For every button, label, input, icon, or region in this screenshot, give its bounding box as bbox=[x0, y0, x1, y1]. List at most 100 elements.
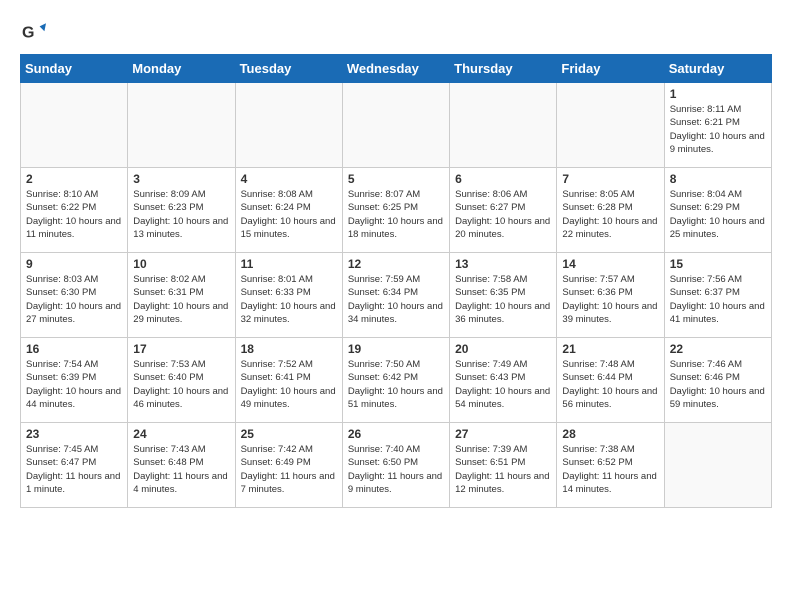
day-info: Sunrise: 7:48 AM Sunset: 6:44 PM Dayligh… bbox=[562, 358, 658, 411]
day-number: 6 bbox=[455, 172, 551, 186]
calendar-cell: 15 Sunrise: 7:56 AM Sunset: 6:37 PM Dayli… bbox=[664, 253, 771, 338]
day-number: 24 bbox=[133, 427, 229, 441]
calendar-cell: 3Sunrise: 8:09 AM Sunset: 6:23 PM Daylig… bbox=[128, 168, 235, 253]
day-info: Sunrise: 8:10 AM Sunset: 6:22 PM Dayligh… bbox=[26, 188, 122, 241]
day-info: Sunrise: 7:46 AM Sunset: 6:46 PM Dayligh… bbox=[670, 358, 766, 411]
calendar-cell: 1 Sunrise: 8:11 AM Sunset: 6:21 PM Daylig… bbox=[664, 83, 771, 168]
day-info: Sunrise: 8:01 AM Sunset: 6:33 PM Dayligh… bbox=[241, 273, 337, 326]
day-header-monday: Monday bbox=[128, 55, 235, 83]
calendar-cell bbox=[128, 83, 235, 168]
day-number: 25 bbox=[241, 427, 337, 441]
day-info: Sunrise: 8:08 AM Sunset: 6:24 PM Dayligh… bbox=[241, 188, 337, 241]
day-info: Sunrise: 7:53 AM Sunset: 6:40 PM Dayligh… bbox=[133, 358, 229, 411]
calendar-cell: 27Sunrise: 7:39 AM Sunset: 6:51 PM Dayli… bbox=[450, 423, 557, 508]
day-header-tuesday: Tuesday bbox=[235, 55, 342, 83]
day-header-friday: Friday bbox=[557, 55, 664, 83]
calendar-cell bbox=[235, 83, 342, 168]
day-number: 22 bbox=[670, 342, 766, 356]
day-number: 12 bbox=[348, 257, 444, 271]
calendar-cell: 5 Sunrise: 8:07 AM Sunset: 6:25 PM Daylig… bbox=[342, 168, 449, 253]
calendar-cell: 22 Sunrise: 7:46 AM Sunset: 6:46 PM Dayli… bbox=[664, 338, 771, 423]
day-number: 14 bbox=[562, 257, 658, 271]
day-number: 20 bbox=[455, 342, 551, 356]
calendar-cell bbox=[342, 83, 449, 168]
calendar-cell: 8 Sunrise: 8:04 AM Sunset: 6:29 PM Daylig… bbox=[664, 168, 771, 253]
day-number: 1 bbox=[670, 87, 766, 101]
day-info: Sunrise: 8:06 AM Sunset: 6:27 PM Dayligh… bbox=[455, 188, 551, 241]
calendar-cell: 16 Sunrise: 7:54 AM Sunset: 6:39 PM Dayli… bbox=[21, 338, 128, 423]
calendar-cell bbox=[557, 83, 664, 168]
day-header-wednesday: Wednesday bbox=[342, 55, 449, 83]
day-number: 26 bbox=[348, 427, 444, 441]
day-info: Sunrise: 7:54 AM Sunset: 6:39 PM Dayligh… bbox=[26, 358, 122, 411]
day-number: 28 bbox=[562, 427, 658, 441]
calendar-cell bbox=[450, 83, 557, 168]
calendar-week-3: 16 Sunrise: 7:54 AM Sunset: 6:39 PM Dayli… bbox=[21, 338, 772, 423]
day-number: 8 bbox=[670, 172, 766, 186]
day-number: 11 bbox=[241, 257, 337, 271]
day-info: Sunrise: 7:45 AM Sunset: 6:47 PM Dayligh… bbox=[26, 443, 122, 496]
day-info: Sunrise: 7:56 AM Sunset: 6:37 PM Dayligh… bbox=[670, 273, 766, 326]
day-info: Sunrise: 7:52 AM Sunset: 6:41 PM Dayligh… bbox=[241, 358, 337, 411]
calendar-cell: 18 Sunrise: 7:52 AM Sunset: 6:41 PM Dayli… bbox=[235, 338, 342, 423]
day-info: Sunrise: 7:57 AM Sunset: 6:36 PM Dayligh… bbox=[562, 273, 658, 326]
day-info: Sunrise: 8:07 AM Sunset: 6:25 PM Dayligh… bbox=[348, 188, 444, 241]
day-number: 21 bbox=[562, 342, 658, 356]
day-info: Sunrise: 8:02 AM Sunset: 6:31 PM Dayligh… bbox=[133, 273, 229, 326]
day-number: 15 bbox=[670, 257, 766, 271]
day-number: 7 bbox=[562, 172, 658, 186]
day-info: Sunrise: 7:50 AM Sunset: 6:42 PM Dayligh… bbox=[348, 358, 444, 411]
calendar-cell: 9 Sunrise: 8:03 AM Sunset: 6:30 PM Daylig… bbox=[21, 253, 128, 338]
day-number: 17 bbox=[133, 342, 229, 356]
calendar-cell: 10 Sunrise: 8:02 AM Sunset: 6:31 PM Dayli… bbox=[128, 253, 235, 338]
calendar-cell: 19 Sunrise: 7:50 AM Sunset: 6:42 PM Dayli… bbox=[342, 338, 449, 423]
day-number: 3 bbox=[133, 172, 229, 186]
day-number: 4 bbox=[241, 172, 337, 186]
svg-text:G: G bbox=[22, 25, 34, 42]
calendar-week-1: 2 Sunrise: 8:10 AM Sunset: 6:22 PM Daylig… bbox=[21, 168, 772, 253]
day-info: Sunrise: 7:42 AM Sunset: 6:49 PM Dayligh… bbox=[241, 443, 337, 496]
day-header-saturday: Saturday bbox=[664, 55, 771, 83]
day-number: 10 bbox=[133, 257, 229, 271]
calendar-cell: 20 Sunrise: 7:49 AM Sunset: 6:43 PM Dayli… bbox=[450, 338, 557, 423]
calendar-cell: 2 Sunrise: 8:10 AM Sunset: 6:22 PM Daylig… bbox=[21, 168, 128, 253]
day-info: Sunrise: 7:39 AM Sunset: 6:51 PM Dayligh… bbox=[455, 443, 551, 496]
day-info: Sunrise: 7:58 AM Sunset: 6:35 PM Dayligh… bbox=[455, 273, 551, 326]
calendar-cell: 6 Sunrise: 8:06 AM Sunset: 6:27 PM Daylig… bbox=[450, 168, 557, 253]
calendar-week-2: 9 Sunrise: 8:03 AM Sunset: 6:30 PM Daylig… bbox=[21, 253, 772, 338]
day-header-thursday: Thursday bbox=[450, 55, 557, 83]
calendar-cell: 25 Sunrise: 7:42 AM Sunset: 6:49 PM Dayli… bbox=[235, 423, 342, 508]
day-number: 18 bbox=[241, 342, 337, 356]
day-number: 9 bbox=[26, 257, 122, 271]
calendar-cell: 26 Sunrise: 7:40 AM Sunset: 6:50 PM Dayli… bbox=[342, 423, 449, 508]
calendar-cell: 7 Sunrise: 8:05 AM Sunset: 6:28 PM Daylig… bbox=[557, 168, 664, 253]
calendar-table: SundayMondayTuesdayWednesdayThursdayFrid… bbox=[20, 54, 772, 508]
calendar-cell: 13Sunrise: 7:58 AM Sunset: 6:35 PM Dayli… bbox=[450, 253, 557, 338]
calendar-cell: 14 Sunrise: 7:57 AM Sunset: 6:36 PM Dayli… bbox=[557, 253, 664, 338]
day-info: Sunrise: 8:04 AM Sunset: 6:29 PM Dayligh… bbox=[670, 188, 766, 241]
day-info: Sunrise: 8:03 AM Sunset: 6:30 PM Dayligh… bbox=[26, 273, 122, 326]
calendar-cell bbox=[664, 423, 771, 508]
day-number: 19 bbox=[348, 342, 444, 356]
day-info: Sunrise: 7:59 AM Sunset: 6:34 PM Dayligh… bbox=[348, 273, 444, 326]
logo-icon: G bbox=[22, 20, 46, 44]
calendar-cell: 11 Sunrise: 8:01 AM Sunset: 6:33 PM Dayli… bbox=[235, 253, 342, 338]
calendar-cell: 21 Sunrise: 7:48 AM Sunset: 6:44 PM Dayli… bbox=[557, 338, 664, 423]
calendar-cell bbox=[21, 83, 128, 168]
calendar-cell: 17 Sunrise: 7:53 AM Sunset: 6:40 PM Dayli… bbox=[128, 338, 235, 423]
day-number: 2 bbox=[26, 172, 122, 186]
day-info: Sunrise: 7:40 AM Sunset: 6:50 PM Dayligh… bbox=[348, 443, 444, 496]
day-number: 23 bbox=[26, 427, 122, 441]
calendar-cell: 24 Sunrise: 7:43 AM Sunset: 6:48 PM Dayli… bbox=[128, 423, 235, 508]
calendar-cell: 4 Sunrise: 8:08 AM Sunset: 6:24 PM Daylig… bbox=[235, 168, 342, 253]
day-header-sunday: Sunday bbox=[21, 55, 128, 83]
day-info: Sunrise: 8:05 AM Sunset: 6:28 PM Dayligh… bbox=[562, 188, 658, 241]
page-header: G bbox=[20, 20, 772, 44]
day-number: 16 bbox=[26, 342, 122, 356]
day-info: Sunrise: 7:43 AM Sunset: 6:48 PM Dayligh… bbox=[133, 443, 229, 496]
day-number: 5 bbox=[348, 172, 444, 186]
day-info: Sunrise: 8:11 AM Sunset: 6:21 PM Dayligh… bbox=[670, 103, 766, 156]
day-info: Sunrise: 7:49 AM Sunset: 6:43 PM Dayligh… bbox=[455, 358, 551, 411]
logo: G bbox=[20, 20, 46, 44]
calendar-week-4: 23 Sunrise: 7:45 AM Sunset: 6:47 PM Dayli… bbox=[21, 423, 772, 508]
